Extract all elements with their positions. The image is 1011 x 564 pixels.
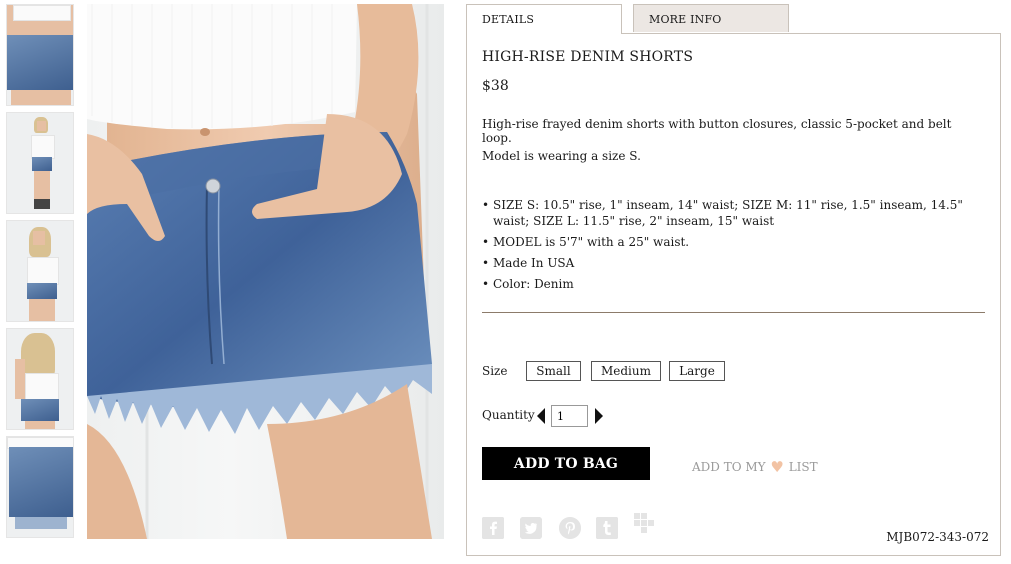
twitter-icon[interactable] xyxy=(520,517,542,539)
product-title: HIGH-RISE DENIM SHORTS xyxy=(482,49,694,65)
spec-item-model: MODEL is 5'7" with a 25" waist. xyxy=(482,234,982,250)
divider xyxy=(482,312,985,313)
size-large-button[interactable]: Large xyxy=(669,361,725,381)
quantity-increase-icon[interactable] xyxy=(595,408,603,424)
tumblr-icon[interactable] xyxy=(596,517,618,539)
model-size-note: Model is wearing a size S. xyxy=(482,149,641,163)
product-description: High-rise frayed denim shorts with butto… xyxy=(482,117,952,145)
product-sku: MJB072-343-072 xyxy=(886,530,989,544)
tab-details[interactable]: DETAILS xyxy=(466,4,622,34)
facebook-icon[interactable] xyxy=(482,517,504,539)
main-product-photo xyxy=(87,4,444,539)
thumbnail-2[interactable] xyxy=(6,112,74,214)
quantity-label: Quantity xyxy=(482,408,535,422)
heart-icon: ♥ xyxy=(770,458,784,476)
add-to-bag-button[interactable]: ADD TO BAG xyxy=(482,447,650,480)
quantity-decrease-icon[interactable] xyxy=(537,408,545,424)
product-photo-illustration xyxy=(87,4,432,539)
spec-item-origin: Made In USA xyxy=(482,255,982,271)
product-price: $38 xyxy=(482,78,509,94)
add-to-wishlist-link[interactable]: ADD TO MY ♥ LIST xyxy=(692,458,818,476)
size-small-button[interactable]: Small xyxy=(526,361,581,381)
tab-more-info[interactable]: MORE INFO xyxy=(633,4,789,32)
thumbnail-5[interactable] xyxy=(6,436,74,538)
spec-item-color: Color: Denim xyxy=(482,276,982,292)
product-specs-list: SIZE S: 10.5" rise, 1" inseam, 14" waist… xyxy=(482,197,982,297)
spec-item-sizes: SIZE S: 10.5" rise, 1" inseam, 14" waist… xyxy=(482,197,982,229)
size-medium-button[interactable]: Medium xyxy=(591,361,661,381)
wishlist-prefix: ADD TO MY xyxy=(692,460,766,474)
thumbnail-gallery xyxy=(6,4,74,544)
thumbnail-1[interactable] xyxy=(6,4,74,106)
grid-share-icon[interactable] xyxy=(634,513,654,533)
thumbnail-3[interactable] xyxy=(6,220,74,322)
wishlist-suffix: LIST xyxy=(788,460,818,474)
product-details-panel: HIGH-RISE DENIM SHORTS $38 High-rise fra… xyxy=(466,33,1001,556)
thumbnail-4[interactable] xyxy=(6,328,74,430)
quantity-input[interactable] xyxy=(551,405,588,427)
pinterest-icon[interactable] xyxy=(559,517,581,539)
size-label: Size xyxy=(482,364,508,378)
